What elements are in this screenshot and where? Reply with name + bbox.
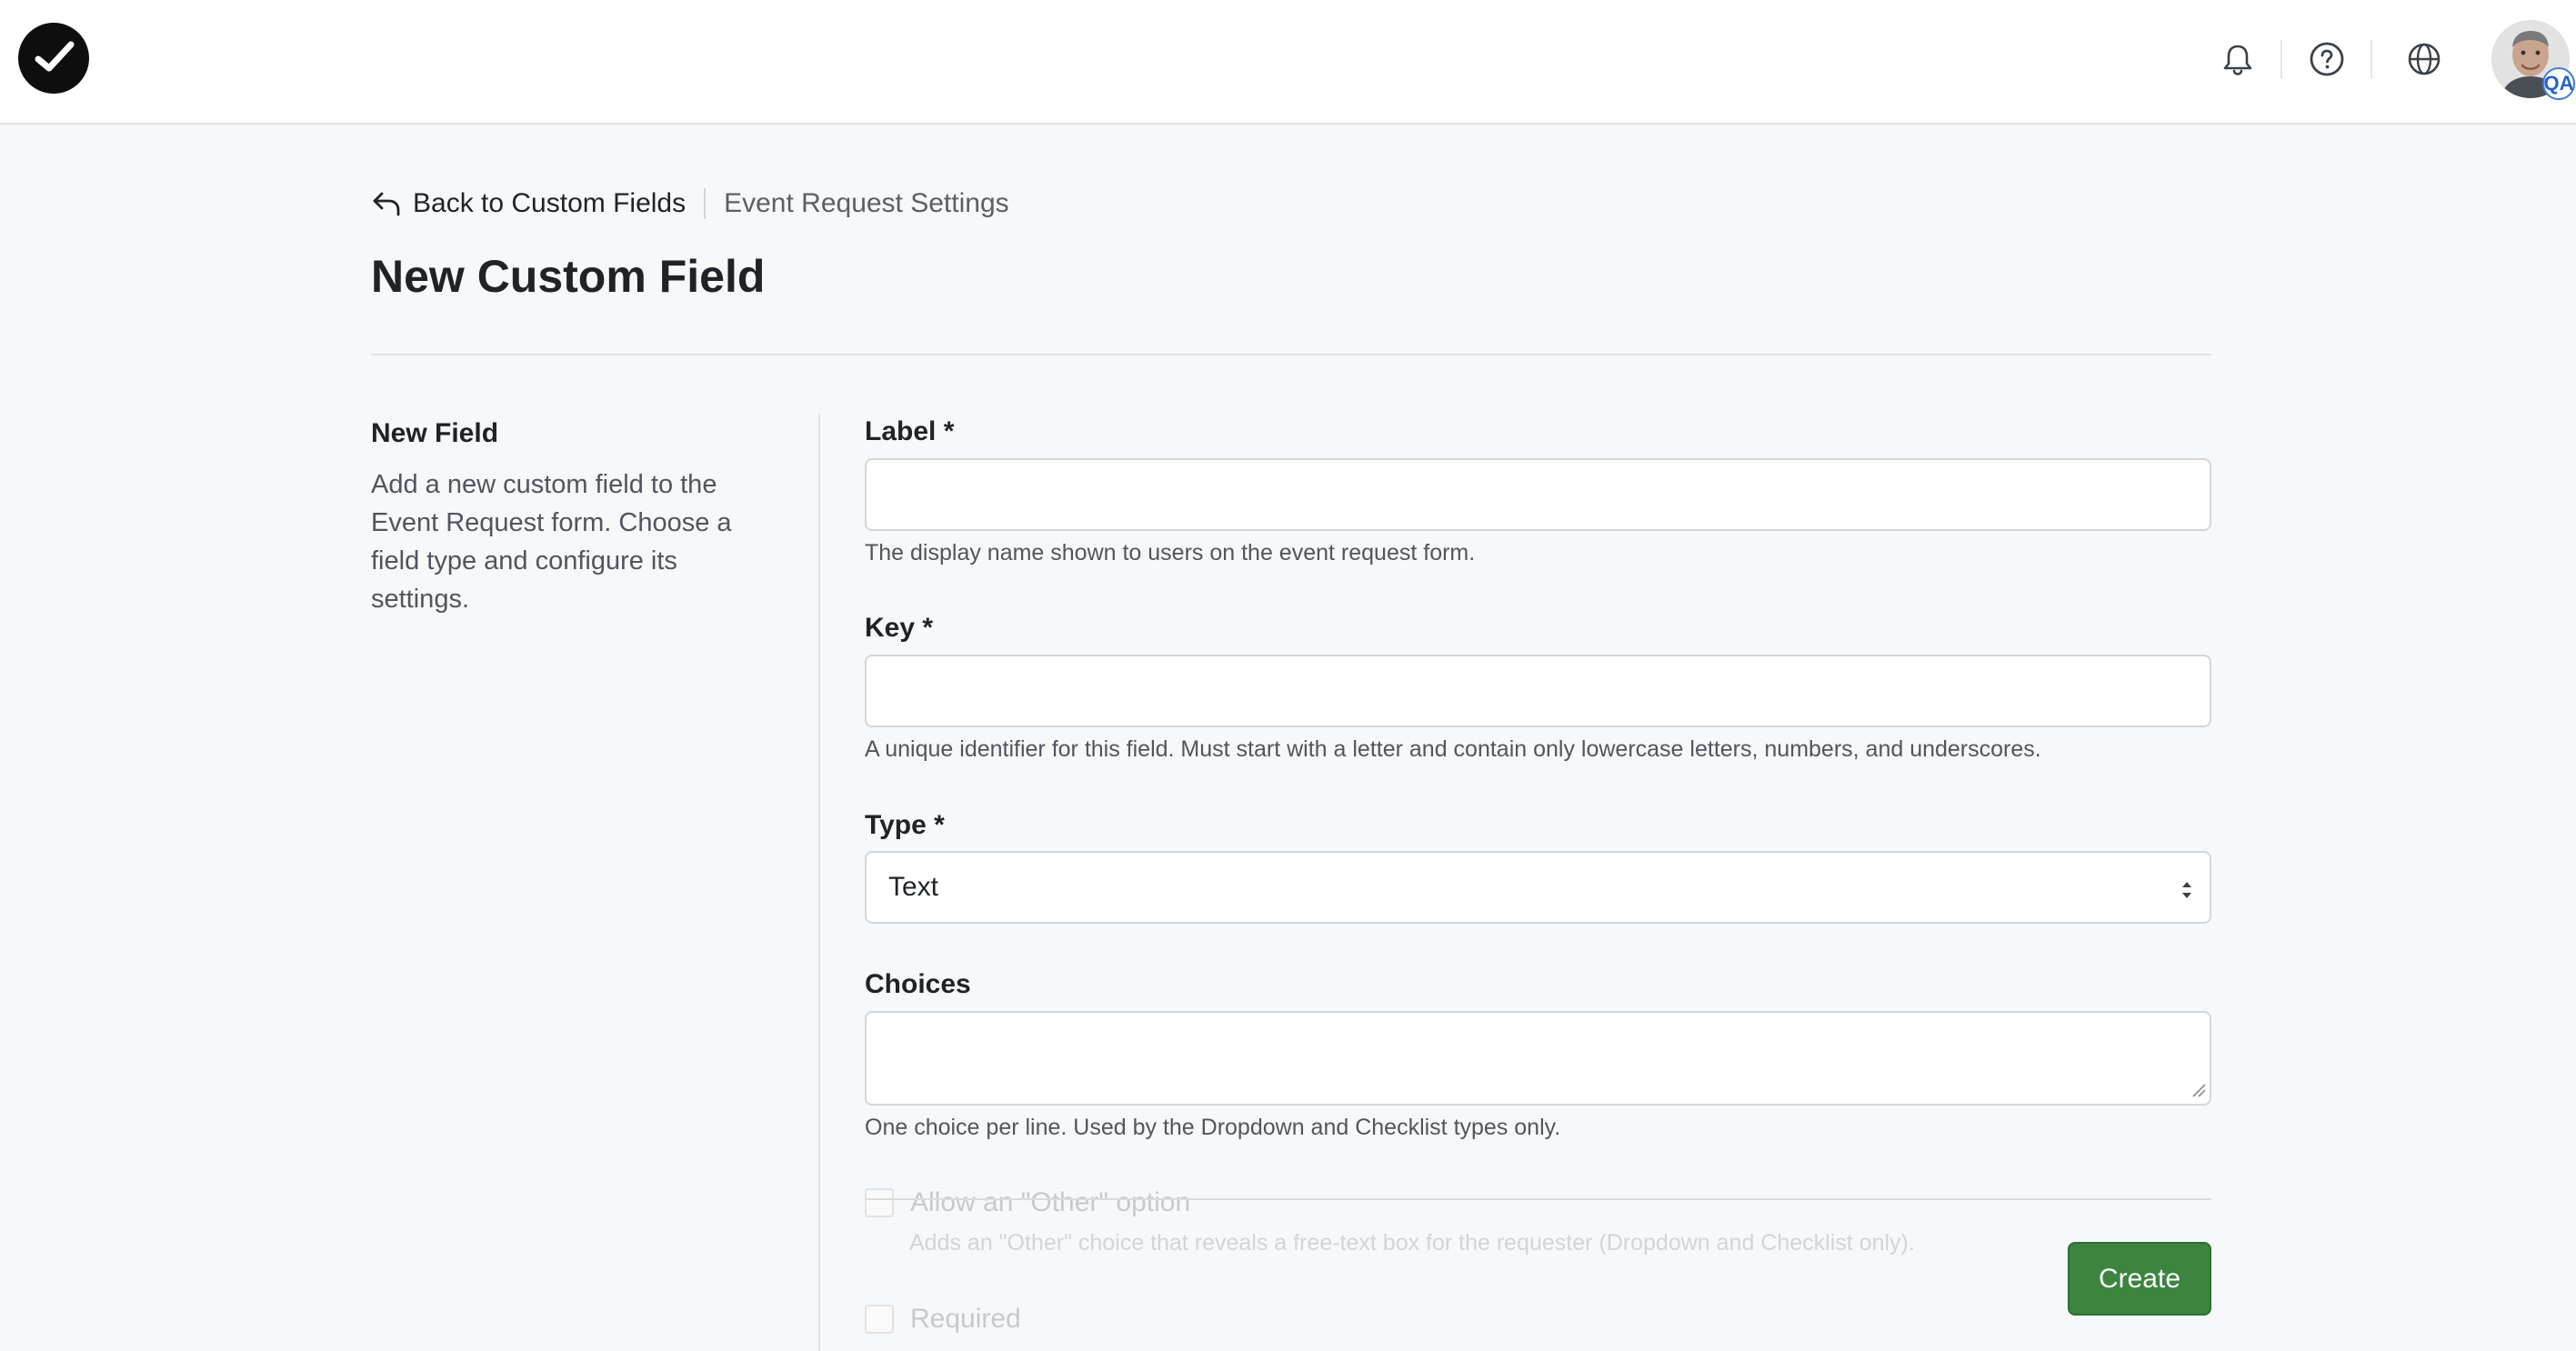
label-field-label: Label *: [865, 416, 955, 446]
breadcrumb-current: Event Request Settings: [724, 188, 1009, 218]
top-bar: QA: [0, 0, 2576, 125]
header-divider: [2280, 40, 2282, 78]
bell-icon[interactable]: [2217, 38, 2259, 80]
help-circle-icon[interactable]: [2306, 38, 2348, 80]
section-description: Add a new custom field to the Event Requ…: [371, 470, 732, 614]
type-field-label: Type *: [865, 810, 945, 840]
breadcrumb: Back to Custom Fields Event Request Sett…: [371, 185, 1009, 222]
key-help-text: A unique identifier for this field. Must…: [865, 736, 2041, 762]
required-label: Required: [910, 1304, 1021, 1334]
key-input[interactable]: [865, 655, 2211, 727]
back-to-custom-fields-link[interactable]: Back to Custom Fields: [371, 188, 686, 219]
allow-other-row: Allow an "Other" option: [865, 1187, 1190, 1218]
required-checkbox[interactable]: [865, 1305, 894, 1334]
breadcrumb-divider: [704, 188, 707, 219]
title-divider: [371, 354, 2211, 355]
type-select-value: Text: [888, 872, 939, 902]
globe-icon[interactable]: [2403, 38, 2445, 80]
choices-field-label: Choices: [865, 969, 971, 999]
required-row: Required: [865, 1304, 1021, 1335]
label-help-text: The display name shown to users on the e…: [865, 540, 1476, 565]
label-input[interactable]: [865, 458, 2211, 531]
allow-other-checkbox[interactable]: [865, 1188, 894, 1217]
resize-grip-icon[interactable]: [2190, 1082, 2207, 1098]
allow-other-label: Allow an "Other" option: [910, 1187, 1191, 1217]
type-select[interactable]: Text: [865, 851, 2211, 924]
page-title: New Custom Field: [371, 251, 766, 302]
choices-help-text: One choice per line. Used by the Dropdow…: [865, 1115, 1561, 1140]
allow-other-help-text: Adds an "Other" choice that reveals a fr…: [909, 1230, 1915, 1256]
section-divider: [818, 414, 820, 1351]
footer-divider: [865, 1198, 2211, 1200]
back-link-label: Back to Custom Fields: [413, 188, 687, 218]
choices-textarea[interactable]: [865, 1011, 2211, 1106]
section-title: New Field: [371, 418, 499, 448]
key-field-label: Key *: [865, 613, 934, 643]
reply-arrow-icon: [373, 192, 400, 216]
create-button[interactable]: Create: [2068, 1242, 2211, 1316]
header-divider: [2371, 40, 2372, 78]
checkmark-logo-icon[interactable]: [18, 23, 89, 94]
select-caret-icon: [2182, 882, 2191, 898]
avatar-badge: QA: [2542, 67, 2575, 100]
